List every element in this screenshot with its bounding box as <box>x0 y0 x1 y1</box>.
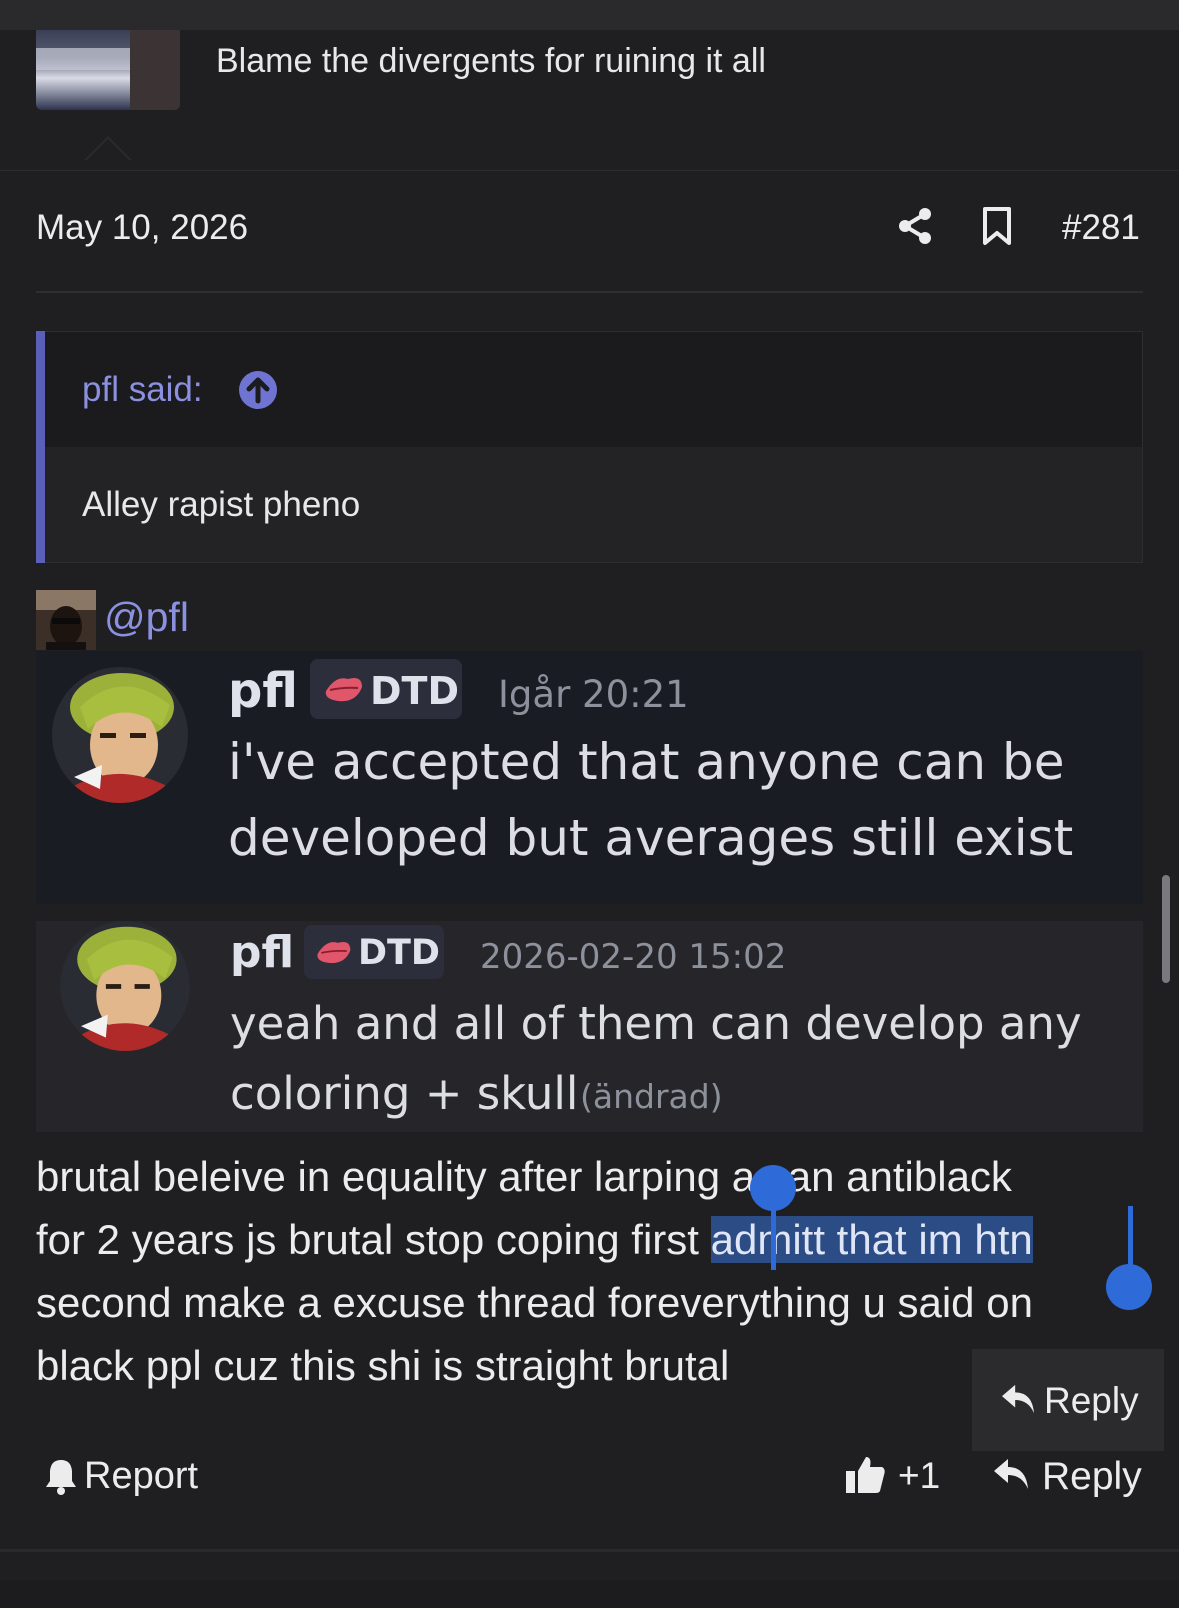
reply-button[interactable]: Reply <box>1042 1455 1142 1499</box>
share-icon[interactable] <box>896 206 936 246</box>
discord-message-line: yeah and all of them can develop any <box>230 997 1082 1050</box>
mention-avatar[interactable] <box>36 590 96 650</box>
post-body-line: brutal beleive in equality after larping… <box>36 1153 1012 1200</box>
discord-avatar <box>60 921 190 1051</box>
discord-username: pfl <box>230 927 295 978</box>
selection-end-handle[interactable] <box>1106 1264 1152 1310</box>
report-button[interactable]: Report <box>84 1455 198 1498</box>
quote-reply-button[interactable]: Reply <box>1044 1380 1139 1422</box>
lips-icon <box>325 678 362 702</box>
selected-text[interactable]: admitt that im htn <box>710 1216 1033 1263</box>
previous-post-image[interactable] <box>36 30 180 110</box>
previous-post-text: Blame the divergents for ruining it all <box>216 42 766 80</box>
discord-edited-label: (ändrad) <box>580 1077 723 1116</box>
reply-icon <box>1002 1384 1034 1414</box>
thumbs-up-icon[interactable] <box>844 1453 886 1495</box>
user-mention[interactable]: @pfl <box>104 594 189 641</box>
divider <box>0 1549 1179 1552</box>
discord-message-line: coloring + skull <box>230 1067 579 1120</box>
lips-icon <box>317 942 351 964</box>
post-body-line: second make a excuse thread foreverythin… <box>36 1279 1033 1326</box>
embedded-screenshot-1[interactable]: pfl DTD Igår 20:21 i've accepted that an… <box>36 651 1143 904</box>
bookmark-icon[interactable] <box>980 206 1014 246</box>
discord-role-tag: DTD <box>310 659 462 719</box>
post-body-line: for 2 years js brutal stop coping first … <box>36 1216 1033 1263</box>
top-strip <box>0 0 1179 30</box>
quote-author-link[interactable]: pfl said: <box>82 370 203 410</box>
like-count[interactable]: +1 <box>898 1455 940 1497</box>
scrollbar[interactable] <box>1162 875 1170 983</box>
discord-role-tag: DTD <box>304 925 444 979</box>
quote-text: Alley rapist pheno <box>82 485 361 524</box>
next-post-edge <box>0 1580 1179 1608</box>
discord-avatar <box>52 667 188 803</box>
divider <box>36 291 1143 293</box>
reply-icon[interactable] <box>992 1457 1030 1491</box>
post-number-link[interactable]: #281 <box>1062 208 1140 248</box>
post-date[interactable]: May 10, 2026 <box>36 208 248 248</box>
quote-accent-bar <box>36 331 45 563</box>
bell-icon[interactable] <box>44 1457 78 1495</box>
discord-message-line: i've accepted that anyone can be <box>228 733 1065 791</box>
discord-timestamp: Igår 20:21 <box>498 673 689 716</box>
embedded-screenshot-2[interactable]: pfl DTD 2026-02-20 15:02 yeah and all of… <box>36 921 1143 1132</box>
selection-start-handle[interactable] <box>750 1165 796 1211</box>
discord-message-line: developed but averages still exist <box>228 809 1074 867</box>
discord-timestamp: 2026-02-20 15:02 <box>480 937 787 977</box>
discord-username: pfl <box>228 663 298 719</box>
jump-to-quote-icon[interactable] <box>238 370 278 410</box>
